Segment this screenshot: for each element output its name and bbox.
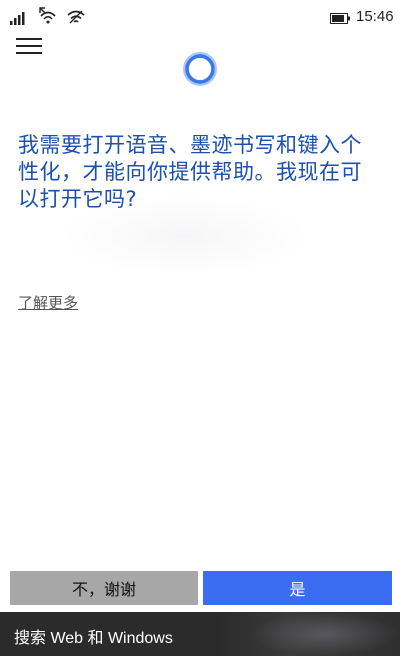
search-bar[interactable]: 搜索 Web 和 Windows	[0, 612, 400, 656]
battery-icon	[330, 13, 350, 24]
yes-button[interactable]: 是	[203, 571, 392, 605]
status-bar: 15:46	[0, 0, 400, 32]
search-bar-text: 搜索 Web 和 Windows	[14, 630, 173, 647]
status-clock: 15:46	[356, 8, 394, 25]
no-thanks-button[interactable]: 不，谢谢	[10, 571, 198, 605]
permission-prompt: 我需要打开语音、墨迹书写和键入个性化，才能向你提供帮助。我现在可以打开它吗?	[18, 133, 362, 211]
hamburger-menu-icon[interactable]	[16, 38, 42, 56]
search-bar-glow	[250, 612, 400, 656]
learn-more-link[interactable]: 了解更多	[18, 292, 78, 313]
cortana-ring-icon	[183, 52, 217, 86]
wifi-icon	[39, 7, 56, 24]
signal-bars-icon	[10, 12, 25, 25]
wifi-calling-icon	[67, 10, 85, 24]
